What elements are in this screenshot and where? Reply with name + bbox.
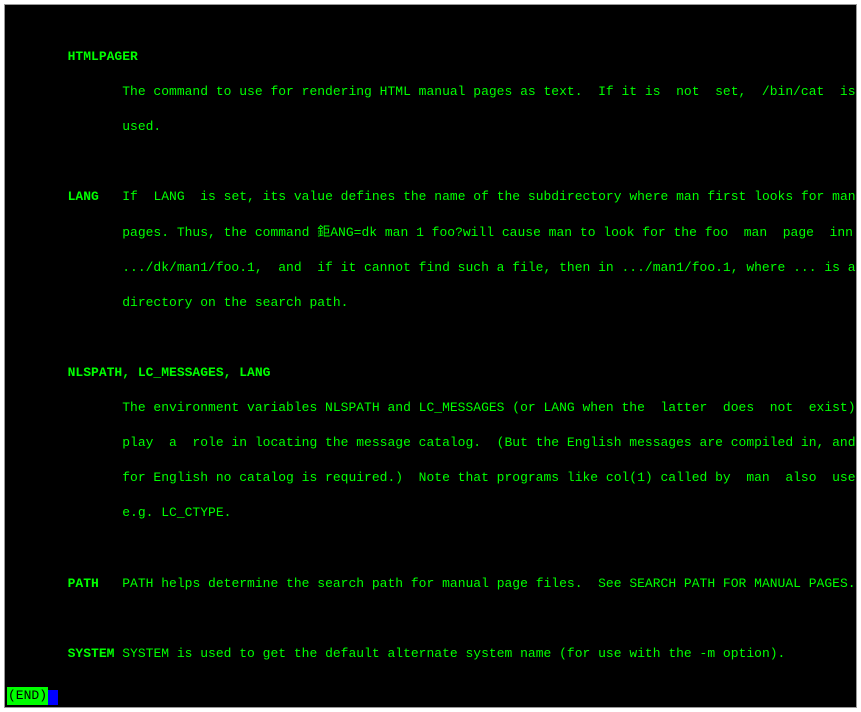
env-lang-desc2: pages. Thus, the command 鉅ANG=dk man 1 f… [122, 225, 853, 240]
env-htmlpager-desc1: The command to use for rendering HTML ma… [122, 84, 855, 99]
env-lang-name: LANG [68, 189, 99, 204]
env-nlspath-desc2: play a role in locating the message cata… [122, 435, 855, 450]
env-nlspath-desc1: The environment variables NLSPATH and LC… [122, 400, 855, 415]
env-lang-desc1: If LANG is set, its value defines the na… [122, 189, 855, 204]
env-lang-desc3: .../dk/man1/foo.1, and if it cannot find… [122, 260, 855, 275]
pager-status-bar[interactable]: (END) [7, 687, 854, 705]
pager-end-marker: (END) [7, 687, 48, 705]
env-system-name: SYSTEM [68, 646, 115, 661]
env-htmlpager-desc2: used. [122, 119, 161, 134]
cursor [48, 690, 58, 705]
env-path-name: PATH [68, 576, 99, 591]
env-path-desc: PATH helps determine the search path for… [122, 576, 855, 591]
terminal-window[interactable]: HTMLPAGER The command to use for renderi… [4, 4, 857, 708]
man-page-content: HTMLPAGER The command to use for renderi… [9, 31, 852, 708]
env-htmlpager-name: HTMLPAGER [68, 49, 138, 64]
env-nlspath-desc3: for English no catalog is required.) Not… [122, 470, 855, 485]
env-lang-desc4: directory on the search path. [122, 295, 348, 310]
env-nlspath-name: NLSPATH, LC_MESSAGES, LANG [68, 365, 271, 380]
env-system-desc: SYSTEM is used to get the default altern… [122, 646, 785, 661]
env-nlspath-desc4: e.g. LC_CTYPE. [122, 505, 231, 520]
